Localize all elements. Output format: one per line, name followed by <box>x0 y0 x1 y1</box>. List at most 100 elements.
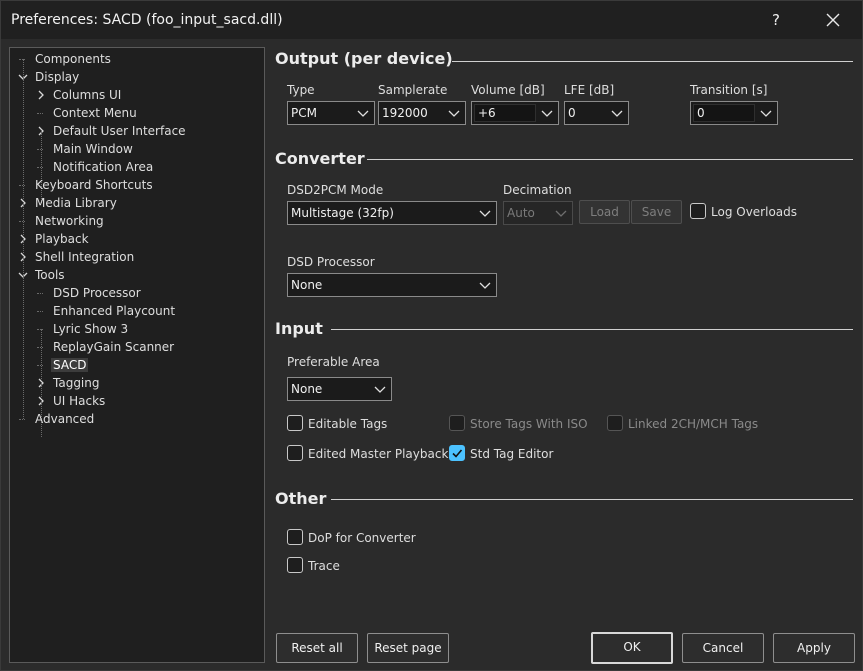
tree-item-label: Playback <box>35 232 89 246</box>
chevron-down-icon <box>479 282 491 289</box>
tree-item-label: Display <box>35 70 80 84</box>
converter-divider <box>367 159 853 160</box>
tree-item-shell-integration[interactable]: Shell Integration <box>33 248 136 266</box>
samplerate-select[interactable]: 192000 <box>378 101 466 125</box>
tree-item-label: Media Library <box>35 196 117 210</box>
editable-tags-label: Editable Tags <box>308 417 388 431</box>
tree-item-label: Keyboard Shortcuts <box>35 178 153 192</box>
other-heading: Other <box>275 489 327 508</box>
tree-connector <box>37 311 43 312</box>
chevron-down-icon <box>357 110 369 117</box>
edited-master-label: Edited Master Playback <box>308 447 449 461</box>
tree-item-enhanced-playcount[interactable]: Enhanced Playcount <box>51 302 177 320</box>
chevron-down-icon <box>374 386 386 393</box>
window-title: Preferences: SACD (foo_input_sacd.dll) <box>11 12 283 28</box>
transition-combo[interactable]: 0 <box>690 101 778 125</box>
tree-item-label: Main Window <box>53 142 133 156</box>
preferable-area-select[interactable]: None <box>287 377 392 401</box>
tree-item-notification-area[interactable]: Notification Area <box>51 158 155 176</box>
tree-item-components[interactable]: Components <box>33 50 113 68</box>
tree-connector <box>37 293 43 294</box>
tree-item-sacd[interactable]: SACD <box>51 356 89 374</box>
tree-item-lyric-show-3[interactable]: Lyric Show 3 <box>51 320 130 338</box>
trace-label: Trace <box>308 559 340 573</box>
dsd2pcm-mode-select[interactable]: Multistage (32fp) <box>287 201 497 225</box>
preferable-area-label: Preferable Area <box>287 355 380 369</box>
tree-connector <box>37 365 43 366</box>
other-divider <box>331 499 853 500</box>
linked-tags-label: Linked 2CH/MCH Tags <box>628 417 759 431</box>
std-tag-editor-label: Std Tag Editor <box>470 447 554 461</box>
tree-item-tagging[interactable]: Tagging <box>51 374 102 392</box>
tree-item-replaygain-scanner[interactable]: ReplayGain Scanner <box>51 338 176 356</box>
type-label: Type <box>287 83 315 97</box>
volume-combo[interactable]: +6 <box>471 101 559 125</box>
cancel-button[interactable]: Cancel <box>682 633 764 663</box>
tree-connector <box>37 113 43 114</box>
tree-item-display[interactable]: Display <box>33 68 81 86</box>
decimation-select[interactable]: Auto <box>503 201 573 225</box>
load-button[interactable]: Load <box>579 200 630 224</box>
tree-connector <box>19 419 25 420</box>
volume-value: +6 <box>478 106 496 120</box>
chevron-down-icon <box>611 110 623 117</box>
tree-connector <box>37 347 43 348</box>
tree-item-playback[interactable]: Playback <box>33 230 91 248</box>
checkbox-box <box>287 557 303 573</box>
tree-item-tools[interactable]: Tools <box>33 266 67 284</box>
close-button[interactable] <box>819 9 847 31</box>
dsd-processor-select[interactable]: None <box>287 273 497 297</box>
reset-all-button[interactable]: Reset all <box>276 633 358 663</box>
chevron-down-icon <box>479 210 491 217</box>
tree-item-default-user-interface[interactable]: Default User Interface <box>51 122 188 140</box>
preferable-area-value: None <box>291 382 323 396</box>
output-divider <box>452 61 853 62</box>
tree-item-label: Shell Integration <box>35 250 135 264</box>
tree-connector <box>37 149 43 150</box>
tree-item-columns-ui[interactable]: Columns UI <box>51 86 123 104</box>
save-button[interactable]: Save <box>631 200 682 224</box>
store-tags-iso-label: Store Tags With ISO <box>470 417 588 431</box>
tree-item-keyboard-shortcuts[interactable]: Keyboard Shortcuts <box>33 176 155 194</box>
samplerate-value: 192000 <box>382 106 428 120</box>
lfe-label: LFE [dB] <box>564 83 615 97</box>
tree-item-networking[interactable]: Networking <box>33 212 106 230</box>
chevron-right-icon[interactable] <box>35 86 47 104</box>
lfe-value: 0 <box>568 106 576 120</box>
output-heading: Output (per device) <box>275 49 453 68</box>
help-button[interactable]: ? <box>762 9 790 31</box>
decimation-value: Auto <box>507 206 535 220</box>
tree-guide-line <box>23 59 24 419</box>
converter-heading: Converter <box>275 149 365 168</box>
tree-item-context-menu[interactable]: Context Menu <box>51 104 139 122</box>
checkbox-box <box>607 415 623 431</box>
tree-item-label: Tagging <box>53 376 100 390</box>
lfe-select[interactable]: 0 <box>564 101 629 125</box>
apply-button[interactable]: Apply <box>773 633 855 663</box>
tree-item-label: Context Menu <box>53 106 137 120</box>
input-divider <box>331 329 853 330</box>
tree-item-label: Default User Interface <box>53 124 186 138</box>
decimation-label: Decimation <box>503 183 572 197</box>
type-value: PCM <box>291 106 317 120</box>
tree-item-main-window[interactable]: Main Window <box>51 140 135 158</box>
chevron-down-icon <box>448 110 460 117</box>
title-bar: Preferences: SACD (foo_input_sacd.dll) ? <box>1 1 862 39</box>
chevron-down-icon <box>555 210 567 217</box>
tree-item-dsd-processor[interactable]: DSD Processor <box>51 284 143 302</box>
reset-page-button[interactable]: Reset page <box>367 633 449 663</box>
tree-item-advanced[interactable]: Advanced <box>33 410 96 428</box>
tree-item-label: Networking <box>35 214 104 228</box>
checkbox-box <box>690 203 706 219</box>
ok-button[interactable]: OK <box>591 632 673 664</box>
checkbox-box <box>287 445 303 461</box>
type-select[interactable]: PCM <box>287 101 375 125</box>
checkbox-box <box>287 529 303 545</box>
tree-item-label: Lyric Show 3 <box>53 322 129 336</box>
tree-item-ui-hacks[interactable]: UI Hacks <box>51 392 107 410</box>
help-icon: ? <box>772 11 780 29</box>
tree-item-label: ReplayGain Scanner <box>53 340 175 354</box>
preferences-tree[interactable]: Components Display Columns UI Context Menu D… <box>9 47 265 663</box>
tree-item-label: SACD <box>51 358 89 372</box>
tree-item-media-library[interactable]: Media Library <box>33 194 119 212</box>
